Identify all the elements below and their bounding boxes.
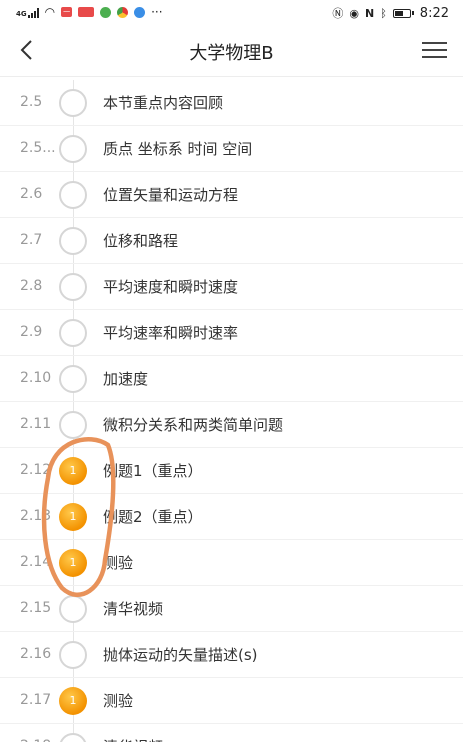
item-label: 清华视频 — [103, 736, 163, 742]
app-icon-blue — [134, 6, 146, 18]
status-circle-icon — [59, 181, 87, 209]
app-icon-green — [100, 6, 112, 18]
item-label: 例题2（重点） — [103, 508, 203, 526]
list-item[interactable]: 2.11 微积分关系和两类简单问题 — [0, 402, 463, 448]
list-item[interactable]: 2.8 平均速度和瞬时速度 — [0, 264, 463, 310]
more-notifications-icon: ··· — [151, 5, 163, 19]
status-left: 4G ◠ 一 ··· — [16, 5, 163, 19]
item-label: 平均速度和瞬时速度 — [103, 278, 239, 296]
wifi-icon: ◠ — [44, 5, 56, 19]
clock: 8:22 — [419, 5, 449, 21]
task-badge-icon: 1 — [59, 687, 87, 715]
list-item[interactable]: 2.16 抛体运动的矢量描述(s) — [0, 632, 463, 678]
list-item[interactable]: 2.13 1 例题2（重点） — [0, 494, 463, 540]
item-label: 例题1（重点） — [103, 462, 203, 480]
item-number: 2.8 — [20, 278, 43, 294]
item-number: 2.5 — [20, 94, 43, 110]
list-item[interactable]: 2.17 1 测验 — [0, 678, 463, 724]
list-item[interactable]: 2.5... 质点 坐标系 时间 空间 — [0, 126, 463, 172]
item-number: 2.7 — [20, 232, 43, 248]
app-icon-multicolor — [117, 6, 129, 18]
status-circle-icon — [59, 365, 87, 393]
eye-icon: ◉ — [349, 6, 359, 20]
list-item[interactable]: 2.5 本节重点内容回顾 — [0, 80, 463, 126]
battery-icon — [392, 8, 414, 18]
item-label: 测验 — [103, 554, 134, 572]
task-badge-icon: 1 — [59, 549, 87, 577]
item-label: 位置矢量和运动方程 — [103, 186, 239, 204]
status-circle-icon — [59, 227, 87, 255]
item-number: 2.18 — [20, 738, 60, 742]
status-circle-icon — [59, 273, 87, 301]
list-item[interactable]: 2.9 平均速率和瞬时速率 — [0, 310, 463, 356]
item-label: 本节重点内容回顾 — [103, 94, 224, 112]
list-item[interactable]: 2.18 清华视频 — [0, 724, 463, 742]
nfc-icon: Ⓝ — [332, 7, 344, 20]
network-indicator: 4G — [16, 6, 39, 18]
chapter-list: 2.5 本节重点内容回顾 2.5... 质点 坐标系 时间 空间 2.6 位置矢量和运动方… — [0, 80, 463, 742]
list-item[interactable]: 2.15 清华视频 — [0, 586, 463, 632]
status-right: Ⓝ ◉ N ᛒ 8:22 — [332, 5, 449, 21]
task-badge-icon: 1 — [59, 457, 87, 485]
app-notification-icon: 一 — [61, 7, 73, 17]
list-item[interactable]: 2.14 1 测验 — [0, 540, 463, 586]
task-badge-icon: 1 — [59, 503, 87, 531]
network-type: 4G — [16, 10, 27, 18]
status-bar: 4G ◠ 一 ··· Ⓝ ◉ N ᛒ 8:22 — [0, 0, 463, 26]
status-circle-icon — [59, 89, 87, 117]
item-number: 2.11 — [20, 416, 52, 432]
n-icon: N — [364, 6, 375, 20]
bluetooth-icon: ᛒ — [380, 6, 387, 20]
item-number: 2.13 — [20, 508, 52, 524]
status-circle-icon — [59, 411, 87, 439]
item-label: 测验 — [103, 692, 134, 710]
status-circle-icon — [59, 135, 87, 163]
item-number: 2.10 — [20, 370, 52, 386]
app-notification-icon-2 — [78, 7, 95, 17]
signal-icon — [27, 6, 39, 18]
page-title: 大学物理B — [189, 43, 274, 64]
item-label: 质点 坐标系 时间 空间 — [103, 140, 253, 158]
list-item[interactable]: 2.7 位移和路程 — [0, 218, 463, 264]
list-item[interactable]: 2.10 加速度 — [0, 356, 463, 402]
item-number: 2.14 — [20, 554, 52, 570]
item-label: 微积分关系和两类简单问题 — [103, 416, 284, 434]
app-header: 大学物理B — [0, 26, 463, 77]
status-circle-icon — [59, 595, 87, 623]
menu-icon[interactable] — [422, 42, 447, 60]
item-number: 2.12 — [20, 462, 52, 478]
item-label: 平均速率和瞬时速率 — [103, 324, 239, 342]
item-number: 2.17 — [20, 692, 52, 708]
status-circle-icon — [59, 319, 87, 347]
item-label: 加速度 — [103, 370, 149, 388]
item-label: 抛体运动的矢量描述(s) — [103, 646, 258, 664]
list-item[interactable]: 2.12 1 例题1（重点） — [0, 448, 463, 494]
status-circle-icon — [59, 733, 87, 742]
list-item[interactable]: 2.6 位置矢量和运动方程 — [0, 172, 463, 218]
item-label: 清华视频 — [103, 600, 164, 618]
status-circle-icon — [59, 641, 87, 669]
item-number: 2.16 — [20, 646, 52, 662]
item-number: 2.9 — [20, 324, 43, 340]
item-number: 2.6 — [20, 186, 43, 202]
item-number: 2.5... — [20, 140, 56, 156]
item-number: 2.15 — [20, 600, 52, 616]
item-label: 位移和路程 — [103, 232, 179, 250]
